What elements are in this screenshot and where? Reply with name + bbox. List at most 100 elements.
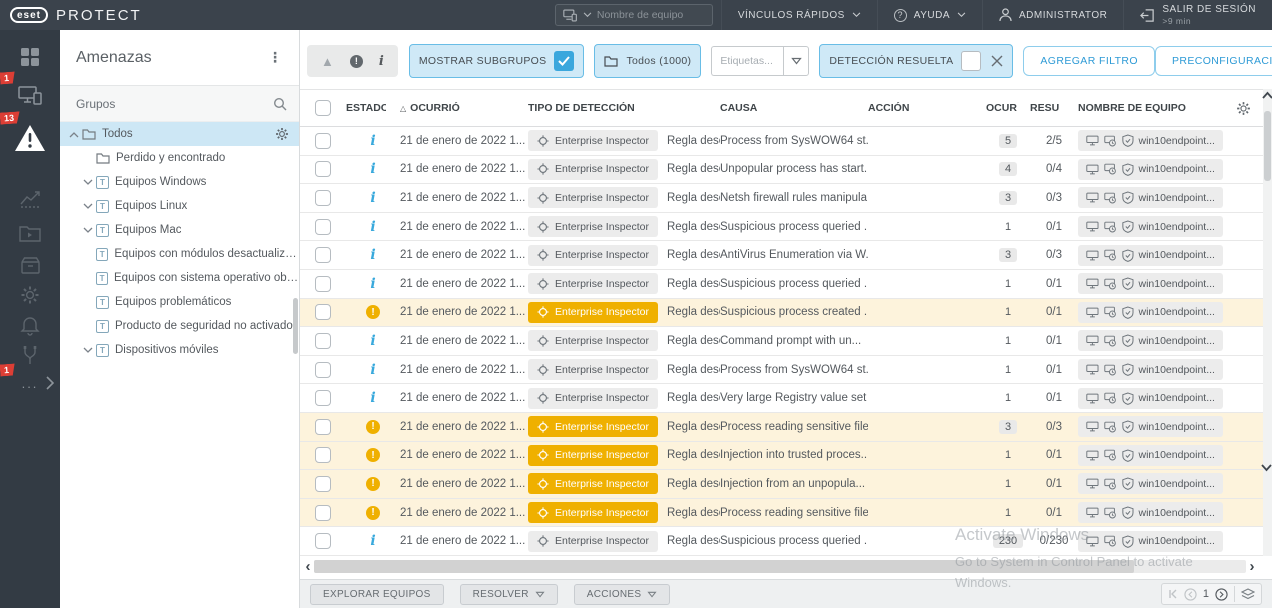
computer-chip[interactable]: win10endpoint... bbox=[1078, 502, 1223, 523]
scroll-left-icon[interactable]: ‹ bbox=[302, 560, 314, 574]
next-page-icon[interactable] bbox=[1215, 588, 1228, 601]
show-subgroups-filter[interactable]: MOSTRAR SUBGRUPOS bbox=[409, 44, 585, 78]
row-checkbox[interactable] bbox=[315, 219, 331, 235]
computer-chip[interactable]: win10endpoint... bbox=[1078, 302, 1223, 323]
table-row[interactable]: i 21 de enero de 2022 1... Enterprise In… bbox=[300, 241, 1263, 270]
table-row[interactable]: ! 21 de enero de 2022 1... Enterprise In… bbox=[300, 299, 1263, 328]
row-checkbox[interactable] bbox=[315, 333, 331, 349]
computer-chip[interactable]: win10endpoint... bbox=[1078, 159, 1223, 180]
table-row[interactable]: ! 21 de enero de 2022 1... Enterprise In… bbox=[300, 413, 1263, 442]
table-row[interactable]: i 21 de enero de 2022 1... Enterprise In… bbox=[300, 327, 1263, 356]
column-tipo[interactable]: TIPO DE DETECCIÓN bbox=[528, 102, 720, 114]
panel-menu-icon[interactable]: ⋮ bbox=[263, 47, 287, 68]
vertical-scrollbar[interactable] bbox=[1263, 89, 1272, 556]
horizontal-scrollbar-track[interactable] bbox=[314, 560, 1246, 573]
severity-warning-toggle[interactable]: ▲ bbox=[321, 54, 334, 69]
eset-logo[interactable]: eset PROTECT bbox=[0, 7, 200, 24]
computer-search-box[interactable] bbox=[555, 4, 713, 26]
nav-tasks[interactable] bbox=[0, 216, 60, 250]
actions-button[interactable]: ACCIONES bbox=[574, 584, 671, 605]
group-tree-item[interactable]: T Equipos con módulos desactualizados bbox=[60, 242, 299, 266]
table-row[interactable]: i 21 de enero de 2022 1... Enterprise In… bbox=[300, 127, 1263, 156]
computer-chip[interactable]: win10endpoint... bbox=[1078, 359, 1223, 380]
unchecked-checkbox[interactable] bbox=[961, 51, 981, 71]
table-row[interactable]: i 21 de enero de 2022 1... Enterprise In… bbox=[300, 270, 1263, 299]
row-checkbox[interactable] bbox=[315, 533, 331, 549]
group-tree-item[interactable]: T Equipos Windows bbox=[60, 170, 299, 194]
row-checkbox[interactable] bbox=[315, 390, 331, 406]
chevron-up-icon[interactable] bbox=[69, 131, 79, 138]
add-filter-button[interactable]: AGREGAR FILTRO bbox=[1023, 46, 1155, 76]
severity-critical-toggle[interactable]: ! bbox=[350, 55, 363, 68]
computer-chip[interactable]: win10endpoint... bbox=[1078, 330, 1223, 351]
table-row[interactable]: i 21 de enero de 2022 1... Enterprise In… bbox=[300, 527, 1263, 556]
help-menu[interactable]: ? AYUDA bbox=[877, 0, 982, 30]
checked-checkbox[interactable] bbox=[554, 51, 574, 71]
nav-policies[interactable] bbox=[0, 278, 60, 312]
search-input[interactable] bbox=[597, 9, 697, 21]
computer-chip[interactable]: win10endpoint... bbox=[1078, 187, 1223, 208]
column-equipo[interactable]: NOMBRE DE EQUIPO bbox=[1078, 102, 1223, 114]
computer-chip[interactable]: win10endpoint... bbox=[1078, 473, 1223, 494]
column-estado[interactable]: ESTADO bbox=[346, 102, 386, 114]
chevron-down-icon[interactable] bbox=[83, 227, 93, 234]
user-menu[interactable]: ADMINISTRATOR bbox=[982, 0, 1123, 30]
computer-chip[interactable]: win10endpoint... bbox=[1078, 416, 1223, 437]
group-tree-item[interactable]: T Dispositivos móviles bbox=[60, 338, 299, 362]
search-icon[interactable] bbox=[273, 97, 287, 111]
first-page-icon[interactable] bbox=[1168, 589, 1178, 599]
scroll-down-icon[interactable] bbox=[1261, 464, 1272, 472]
vertical-scrollbar-thumb[interactable] bbox=[1264, 111, 1271, 181]
tags-input[interactable] bbox=[711, 46, 783, 76]
scroll-right-icon[interactable]: › bbox=[1246, 560, 1258, 574]
row-checkbox[interactable] bbox=[315, 133, 331, 149]
logout-button[interactable]: SALIR DE SESIÓN >9 min bbox=[1123, 0, 1272, 30]
table-row[interactable]: i 21 de enero de 2022 1... Enterprise In… bbox=[300, 156, 1263, 185]
group-tree-item[interactable]: T Equipos Linux bbox=[60, 194, 299, 218]
group-scope-filter[interactable]: Todos (1000) bbox=[594, 44, 701, 78]
column-ocurrio[interactable]: △OCURRIÓ bbox=[400, 102, 528, 114]
resolved-detection-filter[interactable]: DETECCIÓN RESUELTA bbox=[819, 44, 1013, 78]
remove-filter-icon[interactable] bbox=[991, 55, 1003, 67]
table-row[interactable]: i 21 de enero de 2022 1... Enterprise In… bbox=[300, 184, 1263, 213]
nav-installers[interactable] bbox=[0, 248, 60, 282]
row-checkbox[interactable] bbox=[315, 362, 331, 378]
expand-rail-icon[interactable] bbox=[45, 376, 54, 390]
computer-chip[interactable]: win10endpoint... bbox=[1078, 388, 1223, 409]
presets-button[interactable]: PRECONFIGURACIÓN bbox=[1155, 46, 1272, 76]
groups-scrollbar-thumb[interactable] bbox=[293, 298, 298, 354]
row-checkbox[interactable] bbox=[315, 161, 331, 177]
row-checkbox[interactable] bbox=[315, 419, 331, 435]
computer-chip[interactable]: win10endpoint... bbox=[1078, 531, 1223, 552]
computer-chip[interactable]: win10endpoint... bbox=[1078, 273, 1223, 294]
nav-dashboard[interactable] bbox=[0, 40, 60, 74]
group-gear-icon[interactable] bbox=[275, 127, 289, 141]
computer-chip[interactable]: win10endpoint... bbox=[1078, 245, 1223, 266]
horizontal-scrollbar-thumb[interactable] bbox=[314, 560, 1134, 573]
table-row[interactable]: i 21 de enero de 2022 1... Enterprise In… bbox=[300, 384, 1263, 413]
explore-computers-button[interactable]: EXPLORAR EQUIPOS bbox=[310, 584, 444, 605]
group-tree-item[interactable]: T Perdido y encontrado bbox=[60, 146, 299, 170]
chevron-down-icon[interactable] bbox=[83, 179, 93, 186]
column-settings-gear-icon[interactable] bbox=[1223, 101, 1263, 116]
row-checkbox[interactable] bbox=[315, 447, 331, 463]
chevron-down-icon[interactable] bbox=[83, 347, 93, 354]
group-tree-item[interactable]: T Producto de seguridad no activado bbox=[60, 314, 299, 338]
group-tree-item[interactable]: T Equipos Mac bbox=[60, 218, 299, 242]
table-row[interactable]: ! 21 de enero de 2022 1... Enterprise In… bbox=[300, 442, 1263, 471]
chevron-down-icon[interactable] bbox=[83, 203, 93, 210]
group-tree-item[interactable]: T Equipos problemáticos bbox=[60, 290, 299, 314]
table-row[interactable]: i 21 de enero de 2022 1... Enterprise In… bbox=[300, 356, 1263, 385]
tags-dropdown-button[interactable] bbox=[783, 46, 809, 76]
select-all-checkbox[interactable] bbox=[315, 100, 331, 116]
table-row[interactable]: ! 21 de enero de 2022 1... Enterprise In… bbox=[300, 470, 1263, 499]
page-size-icon[interactable] bbox=[1241, 588, 1255, 600]
nav-threats-active[interactable]: 13 bbox=[0, 118, 60, 158]
nav-more[interactable]: 1 ... bbox=[0, 366, 60, 400]
row-checkbox[interactable] bbox=[315, 247, 331, 263]
nav-computers[interactable]: 1 bbox=[0, 78, 60, 112]
computer-chip[interactable]: win10endpoint... bbox=[1078, 216, 1223, 237]
computer-chip[interactable]: win10endpoint... bbox=[1078, 445, 1223, 466]
nav-reports[interactable] bbox=[0, 182, 60, 216]
column-causa[interactable]: CAUSA bbox=[720, 102, 868, 114]
